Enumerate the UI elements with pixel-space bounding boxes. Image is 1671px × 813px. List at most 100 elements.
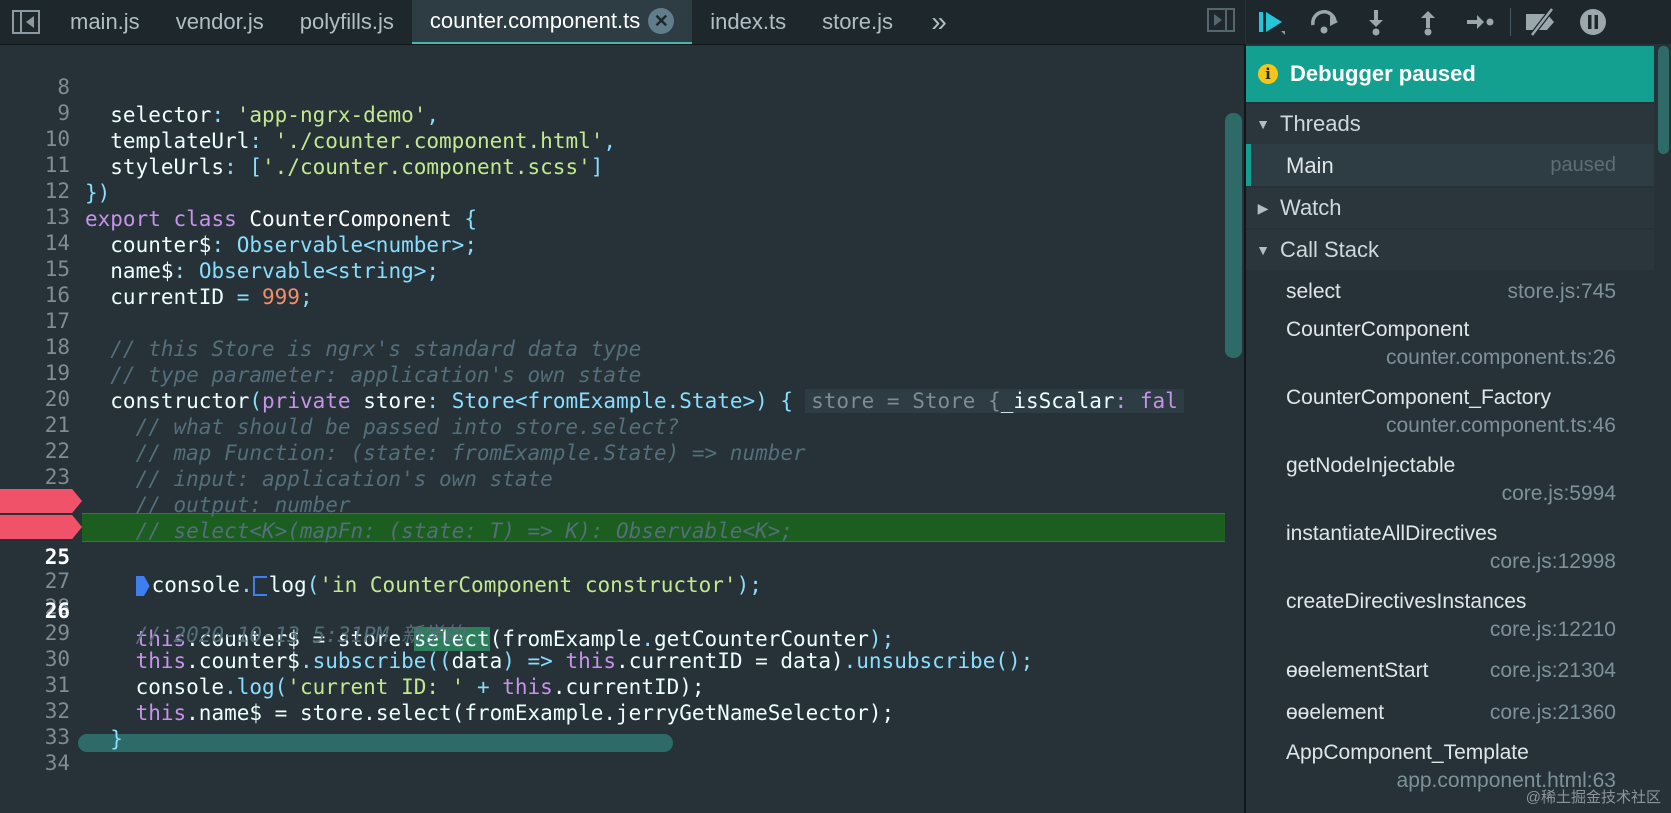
frame-location: store.js:745 [1507,280,1616,303]
line-number[interactable]: 26 [0,597,70,625]
debugger-toolbar [1246,0,1671,44]
tab-polyfills-js[interactable]: polyfills.js [282,0,412,44]
frame-location: core.js:21304 [1489,659,1616,682]
editor-tab-bar: main.js vendor.js polyfills.js counter.c… [0,0,1245,45]
pause-on-exceptions-button[interactable] [1567,0,1619,44]
code-comment: // map Function: (state: fromExample.Sta… [85,441,806,465]
code-token: templateUrl [85,129,250,153]
step-into-button[interactable] [1350,0,1402,44]
editor-vertical-scrollbar[interactable] [1225,113,1242,358]
code-token: this [85,649,187,673]
code-token: + [464,675,503,699]
step-over-button[interactable] [1298,0,1350,44]
frame-function: AppComponent_Template [1286,741,1529,764]
call-stack-frame[interactable]: CounterComponent_Factory counter.compone… [1246,382,1654,450]
panel-vertical-scrollbar[interactable] [1658,46,1669,154]
code-token: './counter.component.html' [274,129,604,153]
code-comment: // type parameter: application's own sta… [85,363,642,387]
code-token: .subscribe(( [299,649,452,673]
code-token: : [211,103,237,127]
tab-main-js[interactable]: main.js [52,0,158,44]
tab-vendor-js[interactable]: vendor.js [158,0,282,44]
line-number[interactable]: 34 [0,749,70,777]
frame-location: core.js:5994 [1501,482,1616,505]
code-token: 'in CounterComponent constructor' [319,573,737,597]
tab-counter-component-ts[interactable]: counter.component.ts ✕ [411,0,693,44]
tab-index-ts[interactable]: index.ts [692,0,804,44]
close-icon[interactable]: ✕ [648,8,675,34]
code-token: currentID [85,285,237,309]
call-stack-frame[interactable]: ɵɵelementStart core.js:21304 [1246,654,1654,696]
resume-button[interactable] [1246,0,1298,44]
deactivate-breakpoints-button[interactable] [1515,0,1567,44]
debugger-panel: i Debugger paused ▼ Threads Main paused … [1246,0,1671,813]
code-token: ) { [755,389,794,413]
code-token: data [451,649,503,673]
code-text: export class CounterComponent { [85,205,477,233]
line-number[interactable]: 25 [0,543,70,571]
code-token: ( [306,573,320,597]
call-stack-frame[interactable]: select store.js:745 [1246,272,1654,314]
debugger-paused-banner: i Debugger paused [1246,46,1654,102]
breakpoint-marker[interactable] [0,489,82,513]
call-stack-frame[interactable]: instantiateAllDirectives core.js:12998 [1246,518,1654,586]
code-token: .name$ = store [186,701,364,725]
breakpoint-marker[interactable] [0,515,82,539]
code-text: } [85,727,123,751]
code-text: name$: Observable<string>; [85,257,439,285]
threads-section-header[interactable]: ▼ Threads [1246,104,1654,144]
code-token: selector [85,103,212,127]
toggle-debugger-button[interactable] [1207,8,1235,37]
call-stack-frame[interactable]: CounterComponent counter.component.ts:26 [1246,314,1654,382]
call-stack-frame[interactable]: ɵɵelement core.js:21360 [1246,696,1654,738]
step-out-button[interactable] [1402,0,1454,44]
thread-item-main[interactable]: Main paused [1246,144,1654,186]
code-token: ; [464,233,477,257]
thread-state: paused [1550,154,1616,176]
code-text: constructor(private store: Store<fromExa… [85,387,1184,415]
code-line[interactable]: 9 templateUrl: './counter.component.html… [0,71,1225,153]
code-token: , [603,129,617,153]
column-breakpoint-inactive-icon[interactable] [252,576,267,596]
frame-function: CounterComponent [1286,318,1470,341]
watch-section-header[interactable]: ▶ Watch [1246,188,1654,228]
inline-variable-value[interactable]: store = Store {_isScalar: fal [805,389,1184,413]
code-token: private [262,389,351,413]
resume-icon [1259,12,1285,35]
code-line[interactable]: 8 selector: 'app-ngrx-demo', [0,45,1225,127]
code-text: currentID = 999; [85,283,313,311]
call-stack-frame[interactable]: getNodeInjectable core.js:5994 [1246,450,1654,518]
frame-location: core.js:12210 [1489,618,1616,641]
toggle-navigator-button[interactable] [0,0,52,44]
code-token: styleUrls [85,155,225,179]
code-token: this [502,675,553,699]
tab-label: store.js [822,9,893,34]
column-breakpoint-icon[interactable] [135,576,150,596]
code-token: Store<fromExample.State> [451,389,756,413]
tab-store-js[interactable]: store.js [804,0,911,44]
code-editor[interactable]: 8 selector: 'app-ngrx-demo', 9 templateU… [0,45,1245,813]
code-token: : [173,259,199,283]
code-text: }) [85,181,111,205]
breakpoints-off-icon [1526,8,1554,36]
tab-label: index.ts [710,9,787,34]
more-tabs-button[interactable]: » [911,0,967,44]
code-text: selector: 'app-ngrx-demo', [85,101,439,129]
tab-label: polyfills.js [299,9,394,34]
step-button[interactable] [1454,0,1506,44]
code-token: this [565,649,617,673]
editor-horizontal-scrollbar[interactable] [78,734,673,752]
call-stack-section-header[interactable]: ▼ Call Stack [1246,230,1654,270]
code-token: ); [736,573,762,597]
frame-function: getNodeInjectable [1286,454,1456,477]
code-token: ( [249,389,263,413]
code-token: : [426,389,452,413]
step-out-icon [1421,11,1435,36]
code-token: counter$ [85,233,212,257]
call-stack-frame[interactable]: createDirectivesInstances core.js:12210 [1246,586,1654,654]
code-token: .unsubscribe(); [843,649,1034,673]
code-token: ; [299,285,313,309]
toolbar-separator [1510,8,1511,36]
watermark: @稀土掘金技术社区 [1525,789,1661,806]
frame-location: core.js:12998 [1489,550,1616,573]
